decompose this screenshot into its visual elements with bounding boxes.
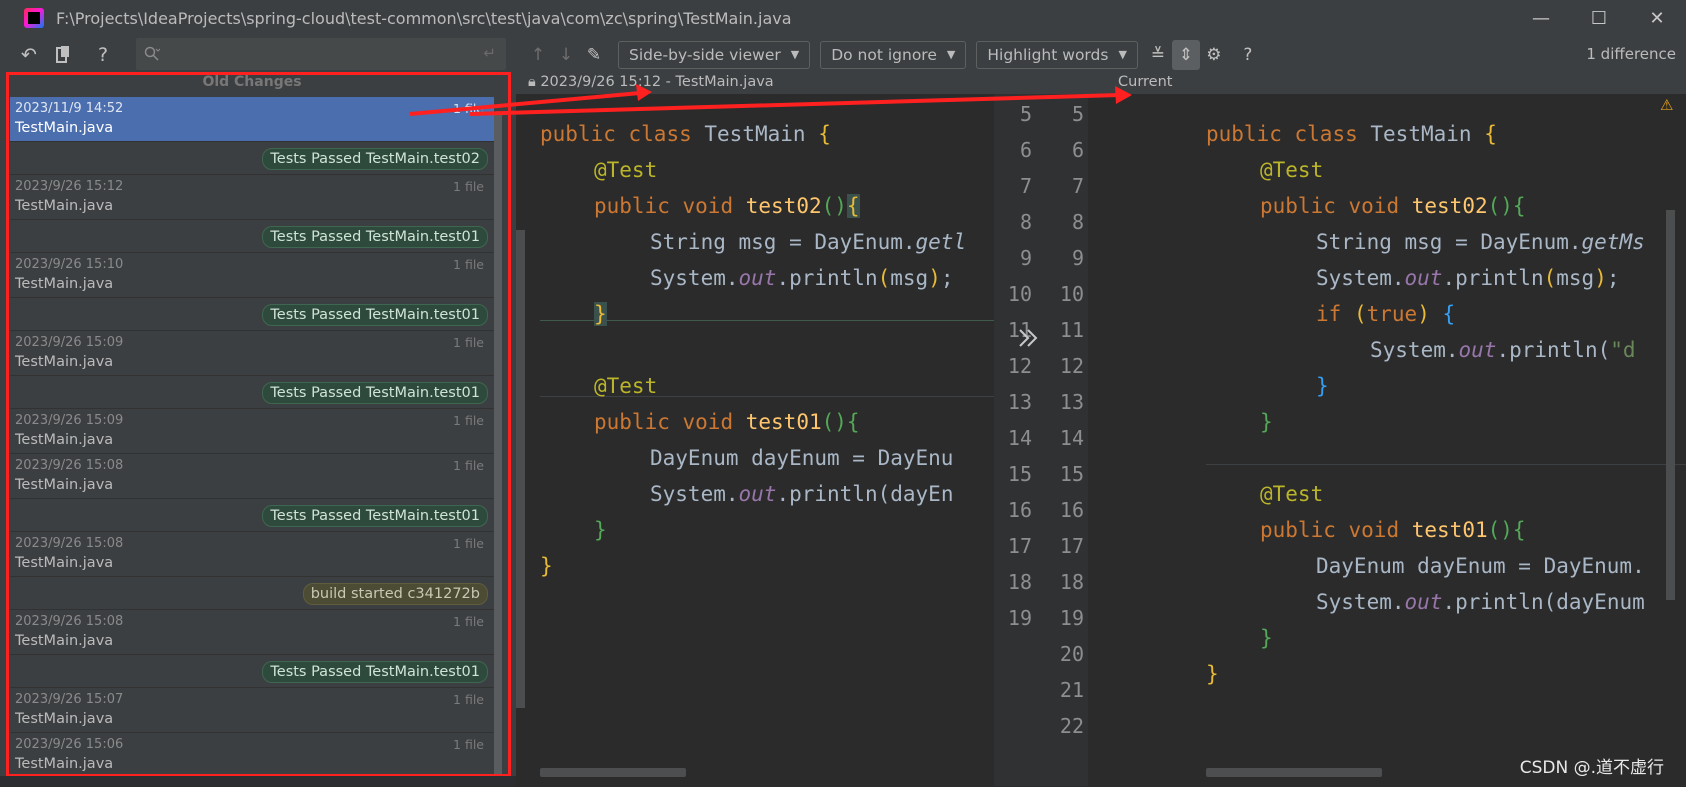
annotation-arrows [409,84,1132,116]
annotation-arrowhead-1 [636,84,652,101]
annotation-arrowhead-2 [1115,86,1132,104]
watermark: CSDN @.道不虚行 [1519,758,1664,778]
